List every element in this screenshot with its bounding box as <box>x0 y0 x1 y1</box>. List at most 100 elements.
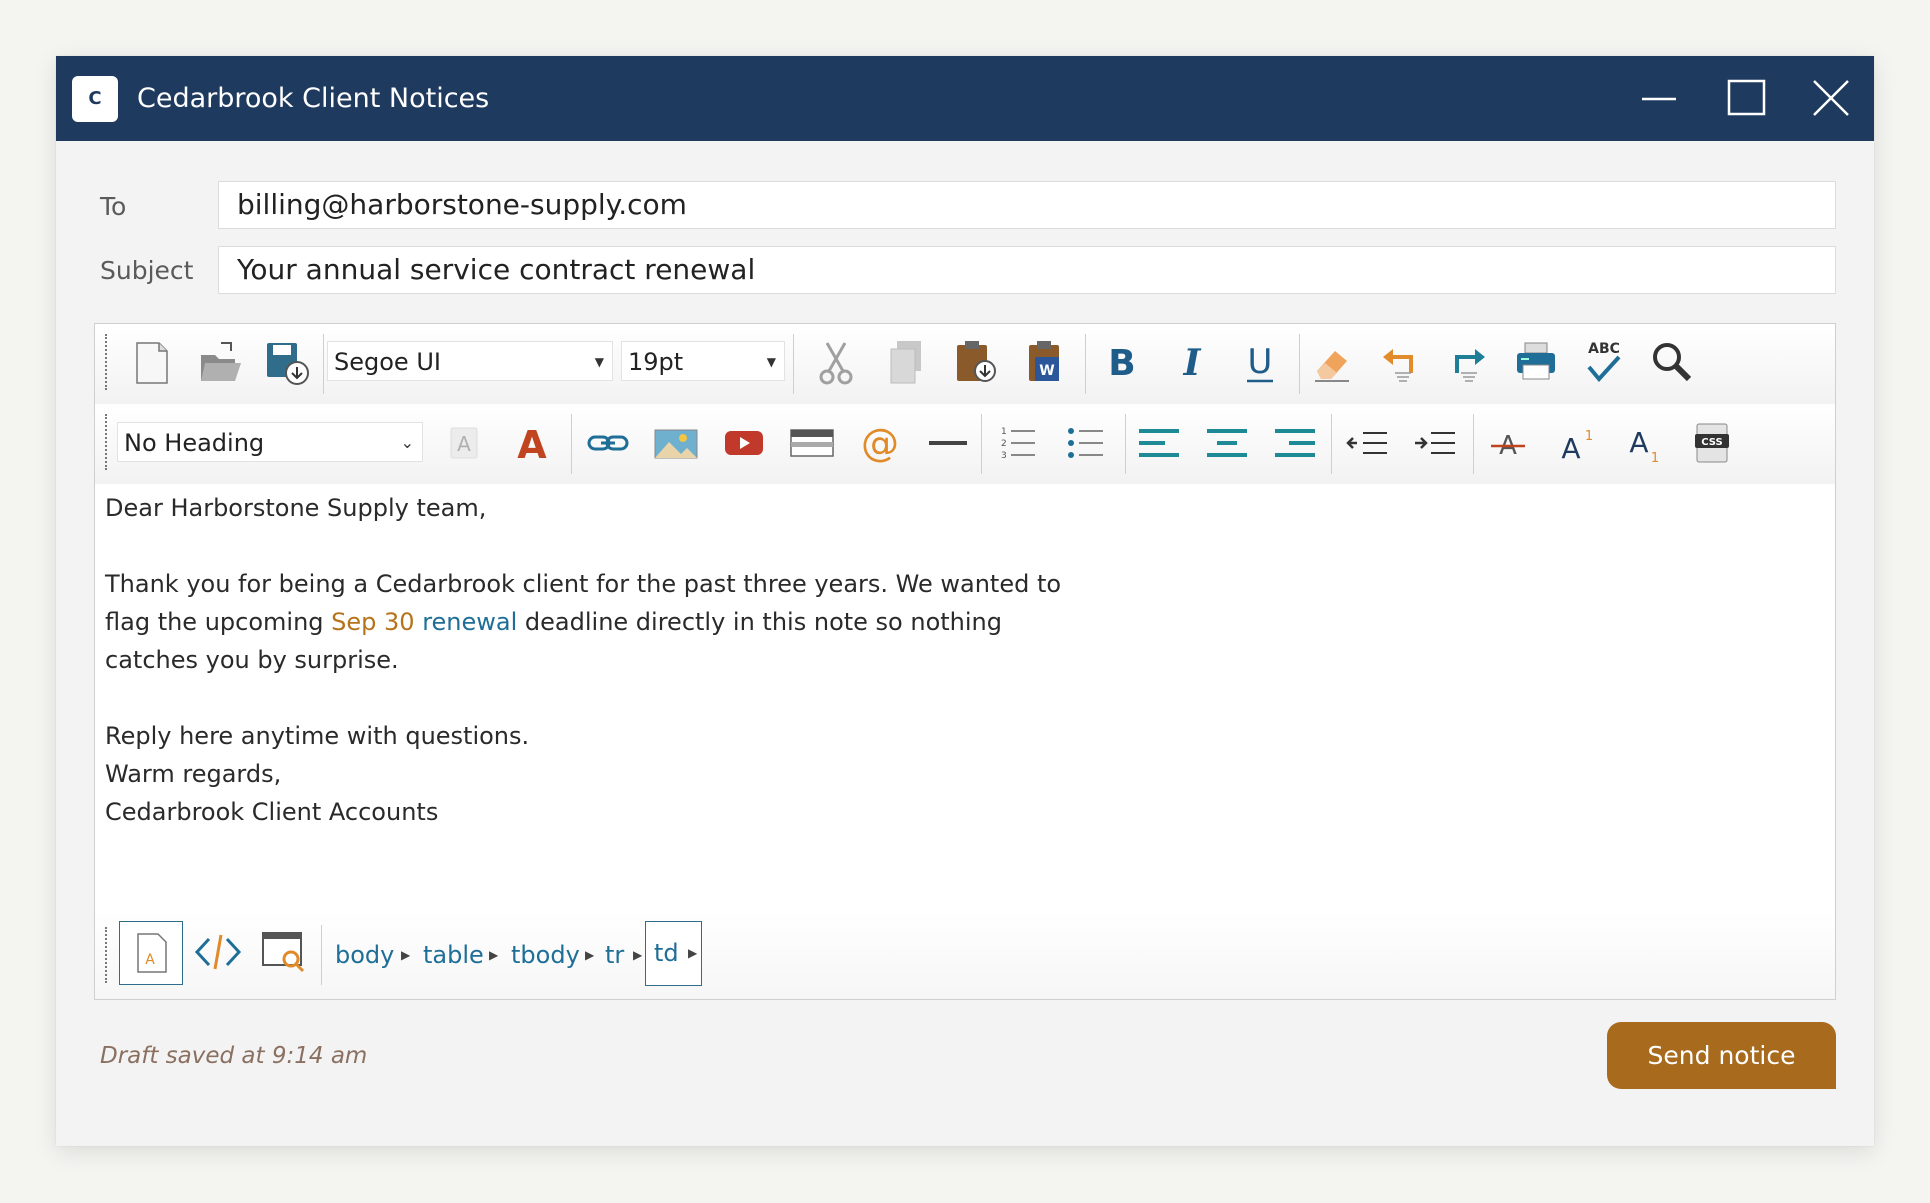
highlight-color-icon: A <box>450 427 478 459</box>
to-field[interactable]: billing@harborstone-supply.com <box>218 181 1836 229</box>
path-item-td-selected[interactable]: td ▶ <box>645 921 702 986</box>
heading-select[interactable]: No Heading ⌄ <box>117 422 423 462</box>
send-notice-button[interactable]: Send notice <box>1607 1022 1836 1089</box>
undo-icon <box>1383 349 1413 382</box>
strikethrough-button[interactable]: A <box>1483 418 1533 468</box>
minimize-button[interactable] <box>1616 56 1702 141</box>
svg-text:1: 1 <box>1001 427 1007 437</box>
image-button[interactable] <box>651 418 701 468</box>
css-button[interactable]: CSS <box>1687 418 1737 468</box>
undo-button[interactable] <box>1375 337 1425 387</box>
align-center-button[interactable] <box>1203 418 1253 468</box>
toolbar-grip[interactable] <box>105 334 107 390</box>
bold-button[interactable]: B <box>1097 337 1147 387</box>
chevron-down-icon: ▼ <box>594 355 604 369</box>
subject-field[interactable]: Your annual service contract renewal <box>218 246 1836 294</box>
svg-text:1: 1 <box>1651 451 1659 466</box>
cut-button[interactable] <box>811 337 861 387</box>
spellcheck-icon: ABC <box>1587 341 1621 383</box>
table-button[interactable] <box>787 418 837 468</box>
indent-icon <box>1415 432 1455 454</box>
outdent-icon <box>1346 432 1387 454</box>
window-title: Cedarbrook Client Notices <box>137 83 490 114</box>
outdent-button[interactable] <box>1343 418 1393 468</box>
email-link-button[interactable]: @ <box>855 418 905 468</box>
path-item-tr[interactable]: tr <box>605 911 624 999</box>
paste-button[interactable] <box>951 337 1001 387</box>
copy-icon <box>890 341 921 384</box>
unordered-list-button[interactable] <box>1061 418 1111 468</box>
font-size-value: 19pt <box>628 348 684 376</box>
preview-icon <box>262 932 305 973</box>
highlight-color-button[interactable]: A <box>439 418 489 468</box>
redo-button[interactable] <box>1443 337 1493 387</box>
preview-button[interactable] <box>259 927 309 977</box>
align-center-icon <box>1207 429 1247 457</box>
underline-button[interactable]: U <box>1235 337 1285 387</box>
editor-content[interactable]: Dear Harborstone Supply team, Thank you … <box>105 489 1805 831</box>
save-button[interactable] <box>261 337 311 387</box>
close-icon <box>1813 80 1849 116</box>
cut-icon <box>819 342 853 385</box>
caret-right-icon: ▶ <box>489 948 499 962</box>
chevron-down-icon: ▼ <box>766 355 776 369</box>
font-color-icon: A <box>517 423 547 467</box>
path-item-body[interactable]: body <box>335 911 394 999</box>
copy-button[interactable] <box>881 337 931 387</box>
align-right-button[interactable] <box>1271 418 1321 468</box>
subscript-button[interactable]: A1 <box>1619 418 1669 468</box>
italic-icon: I <box>1183 342 1202 384</box>
video-button[interactable] <box>719 418 769 468</box>
body-line: Reply here anytime with questions. <box>105 722 530 750</box>
paste-from-word-button[interactable]: W <box>1021 337 1071 387</box>
indent-button[interactable] <box>1411 418 1461 468</box>
path-item-table[interactable]: table <box>423 911 484 999</box>
image-icon <box>654 429 698 459</box>
font-color-button[interactable]: A <box>507 418 557 468</box>
heading-value: No Heading <box>124 429 265 457</box>
italic-button[interactable]: I <box>1167 337 1217 387</box>
print-button[interactable] <box>1511 337 1561 387</box>
app-logo: C <box>72 76 118 122</box>
print-icon <box>1517 342 1555 380</box>
clear-format-button[interactable] <box>1307 337 1357 387</box>
horizontal-rule-button[interactable] <box>923 418 973 468</box>
renewal-link[interactable]: renewal <box>422 608 517 636</box>
font-family-select[interactable]: Segoe UI ▼ <box>327 341 613 381</box>
svg-text:@: @ <box>861 421 899 465</box>
toolbar-grip[interactable] <box>105 927 107 983</box>
html-view-button[interactable] <box>193 927 243 977</box>
superscript-button[interactable]: A1 <box>1551 418 1601 468</box>
new-document-button[interactable] <box>127 337 177 387</box>
design-view-icon: A <box>137 933 167 973</box>
toolbar-grip[interactable] <box>105 414 107 470</box>
link-icon <box>587 435 629 451</box>
greeting-line: Dear Harborstone Supply team, <box>105 494 487 522</box>
design-view-button[interactable]: A <box>119 921 183 985</box>
spellcheck-button[interactable]: ABC <box>1579 337 1629 387</box>
new-document-icon <box>136 342 168 384</box>
ordered-list-button[interactable]: 1 2 3 <box>993 418 1043 468</box>
find-button[interactable] <box>1647 337 1697 387</box>
svg-text:2: 2 <box>1001 439 1007 449</box>
link-button[interactable] <box>583 418 633 468</box>
path-item-td: td <box>654 939 679 967</box>
svg-text:CSS: CSS <box>1701 437 1722 448</box>
font-family-value: Segoe UI <box>334 348 441 376</box>
svg-text:A: A <box>517 423 547 467</box>
open-button[interactable] <box>195 337 245 387</box>
rich-text-editor: Segoe UI ▼ 19pt ▼ W B I U ABC No Heading… <box>94 323 1836 1000</box>
strikethrough-icon: A <box>1491 431 1525 461</box>
draft-status: Draft saved at 9:14 am <box>100 1043 368 1069</box>
maximize-button[interactable] <box>1702 56 1788 141</box>
close-button[interactable] <box>1788 56 1874 141</box>
font-size-select[interactable]: 19pt ▼ <box>621 341 785 381</box>
path-item-tbody[interactable]: tbody <box>511 911 580 999</box>
align-left-button[interactable] <box>1135 418 1185 468</box>
chevron-down-icon: ⌄ <box>400 433 414 452</box>
toolbar-row-2: No Heading ⌄ A A @ 1 2 3 A A 1 A 1 CSS <box>95 404 1835 484</box>
body-line: Thank you for being a Cedarbrook client … <box>105 570 1062 598</box>
open-folder-icon <box>201 342 241 381</box>
subject-label: Subject <box>100 256 194 285</box>
body-line: flag the upcoming Sep 30 renewal deadlin… <box>105 608 1002 636</box>
